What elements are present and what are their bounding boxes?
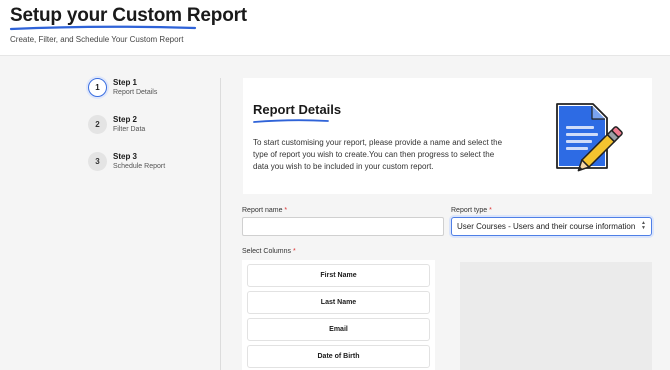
step-2[interactable]: 2 Step 2 Filter Data xyxy=(88,115,145,134)
selected-columns-dropzone[interactable] xyxy=(460,262,652,370)
required-mark: * xyxy=(489,207,492,214)
content-area: 1 Step 1 Report Details 2 Step 2 Filter … xyxy=(0,56,670,370)
step-3-name: Step 3 xyxy=(113,152,138,161)
report-type-select[interactable]: User Courses - Users and their course in… xyxy=(451,217,652,236)
step-1[interactable]: 1 Step 1 Report Details xyxy=(88,78,157,97)
required-mark: * xyxy=(292,248,296,255)
step-3[interactable]: 3 Step 3 Schedule Report xyxy=(88,152,165,171)
step-1-number: 1 xyxy=(88,78,107,97)
details-title-underline xyxy=(253,119,329,123)
step-1-name: Step 1 xyxy=(113,78,138,87)
required-mark: * xyxy=(284,207,288,214)
report-details-description: To start customising your report, please… xyxy=(253,138,503,171)
column-item-last-name[interactable]: Last Name xyxy=(247,291,430,314)
report-details-card: Report Details To start customising your… xyxy=(243,78,652,194)
select-arrows-icon: ▲ ▼ xyxy=(641,220,646,231)
page-header: Setup your Custom Report Create, Filter,… xyxy=(0,0,670,56)
select-columns-label: Select Columns * xyxy=(242,248,296,255)
document-pencil-icon xyxy=(556,103,623,172)
report-name-label-text: Report name xyxy=(242,207,283,214)
report-details-title: Report Details xyxy=(253,102,342,117)
step-1-desc: Report Details xyxy=(113,89,158,96)
report-type-label: Report type * xyxy=(451,207,492,214)
title-underline xyxy=(9,25,197,31)
select-columns-label-text: Select Columns xyxy=(242,248,292,255)
report-type-label-text: Report type xyxy=(451,207,488,214)
report-name-input[interactable] xyxy=(242,217,444,236)
page-subtitle: Create, Filter, and Schedule Your Custom… xyxy=(10,35,184,44)
step-2-desc: Filter Data xyxy=(113,126,146,133)
step-2-name: Step 2 xyxy=(113,115,138,124)
available-columns-panel: First Name Last Name Email Date of Birth xyxy=(242,260,435,370)
column-item-date-of-birth[interactable]: Date of Birth xyxy=(247,345,430,368)
step-3-desc: Schedule Report xyxy=(113,163,166,170)
step-2-number: 2 xyxy=(88,115,107,134)
column-item-email[interactable]: Email xyxy=(247,318,430,341)
steps-divider xyxy=(220,78,221,370)
report-type-selected-value: User Courses - Users and their course in… xyxy=(457,222,636,231)
step-3-number: 3 xyxy=(88,152,107,171)
report-name-label: Report name * xyxy=(242,207,287,214)
column-item-first-name[interactable]: First Name xyxy=(247,264,430,287)
